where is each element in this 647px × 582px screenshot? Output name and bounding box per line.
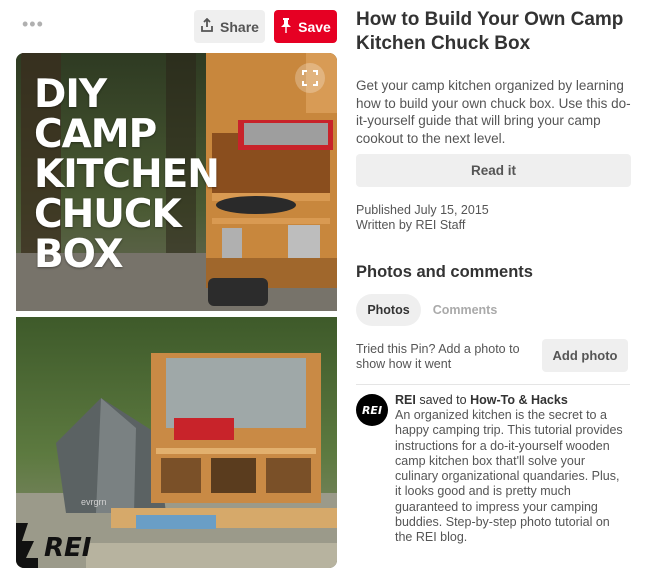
overlay-title: DIY CAMP KITCHEN CHUCK BOX <box>34 72 220 277</box>
expand-icon[interactable] <box>295 63 325 93</box>
rei-logo: REI <box>44 533 92 563</box>
divider <box>356 384 630 385</box>
overlay-line: DIY <box>34 72 107 117</box>
saved-line: REI saved to How-To & Hacks <box>395 393 568 408</box>
tab-photos[interactable]: Photos <box>356 294 421 326</box>
save-label: Save <box>298 18 331 35</box>
add-photo-button[interactable]: Add photo <box>542 339 628 372</box>
overlay-line: CAMP <box>34 112 157 157</box>
tried-prompt: Tried this Pin? Add a photo to show how … <box>356 342 520 371</box>
board-link[interactable]: How-To & Hacks <box>470 393 568 407</box>
tab-comments[interactable]: Comments <box>426 294 504 326</box>
photos-comments-heading: Photos and comments <box>356 263 533 281</box>
pin-icon <box>280 17 292 36</box>
pin-title: How to Build Your Own Camp Kitchen Chuck… <box>356 9 624 54</box>
saved-to-text: saved to <box>419 393 467 407</box>
overlay-line: CHUCK <box>34 192 182 237</box>
save-button[interactable]: Save <box>274 10 337 43</box>
overlay-line: BOX <box>34 232 124 277</box>
share-button[interactable]: Share <box>194 10 265 43</box>
avatar[interactable]: REI <box>356 394 388 426</box>
avatar-logo: REI <box>361 403 383 417</box>
read-it-button[interactable]: Read it <box>356 154 631 187</box>
author: Written by REI Staff <box>356 218 466 232</box>
overlay-line: KITCHEN <box>34 152 220 197</box>
more-options-icon[interactable]: ••• <box>22 15 44 33</box>
share-icon <box>200 17 214 35</box>
pin-image[interactable]: evrgrn DIY CAMP KITCHEN CHUCK BOX REI <box>16 53 337 568</box>
saved-description: An organized kitchen is the secret to a … <box>395 408 623 545</box>
published-date: Published July 15, 2015 <box>356 203 489 217</box>
share-label: Share <box>220 18 259 35</box>
article-meta: Published July 15, 2015 Written by REI S… <box>356 203 489 233</box>
saver-name[interactable]: REI <box>395 393 416 407</box>
tent-brand-text: evrgrn <box>81 497 107 507</box>
pin-description: Get your camp kitchen organized by learn… <box>356 78 631 146</box>
